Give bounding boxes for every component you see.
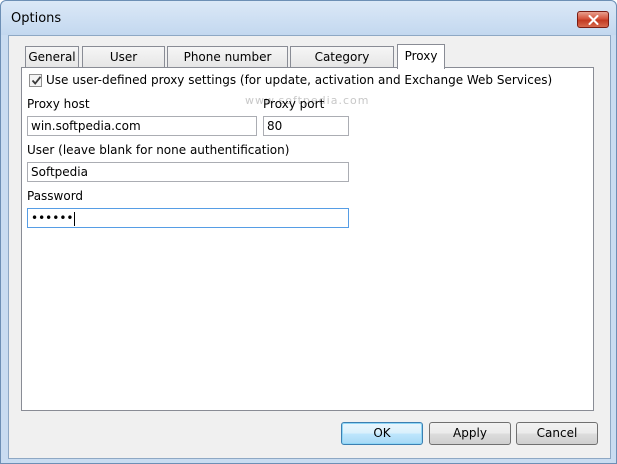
apply-button[interactable]: Apply <box>429 422 511 445</box>
user-label: User (leave blank for none authentificat… <box>27 143 290 157</box>
tab-general[interactable]: General <box>25 46 79 67</box>
tab-user-interface[interactable]: User interface <box>82 46 165 84</box>
checkmark-icon <box>31 76 42 85</box>
password-value: •••••• <box>31 211 74 225</box>
dialog-client-area: General User interface Phone number form… <box>8 35 611 459</box>
close-button[interactable] <box>577 11 609 28</box>
proxy-port-input[interactable]: 80 <box>263 116 349 136</box>
proxy-port-label: Proxy port <box>263 97 325 111</box>
tab-proxy[interactable]: Proxy <box>397 44 445 69</box>
proxy-host-label: Proxy host <box>27 97 90 111</box>
cancel-button[interactable]: Cancel <box>516 422 598 445</box>
use-proxy-checkbox[interactable] <box>29 74 42 87</box>
user-input[interactable]: Softpedia <box>27 162 349 182</box>
title-bar[interactable]: Options <box>1 1 616 35</box>
tab-category-manager[interactable]: Category manager <box>290 46 394 84</box>
password-label: Password <box>27 189 84 203</box>
use-proxy-label[interactable]: Use user-defined proxy settings (for upd… <box>46 73 552 87</box>
proxy-host-input[interactable]: win.softpedia.com <box>27 116 257 136</box>
close-icon <box>588 15 599 25</box>
text-caret <box>74 211 76 226</box>
tab-phone-number-format[interactable]: Phone number format <box>167 46 288 84</box>
ok-button[interactable]: OK <box>341 422 423 445</box>
window-title: Options <box>11 11 62 26</box>
password-input[interactable]: •••••• <box>27 208 349 228</box>
tab-label: General <box>28 50 76 64</box>
options-window: Options General User interface Phone num… <box>0 0 617 464</box>
tab-label: Proxy <box>404 49 438 63</box>
